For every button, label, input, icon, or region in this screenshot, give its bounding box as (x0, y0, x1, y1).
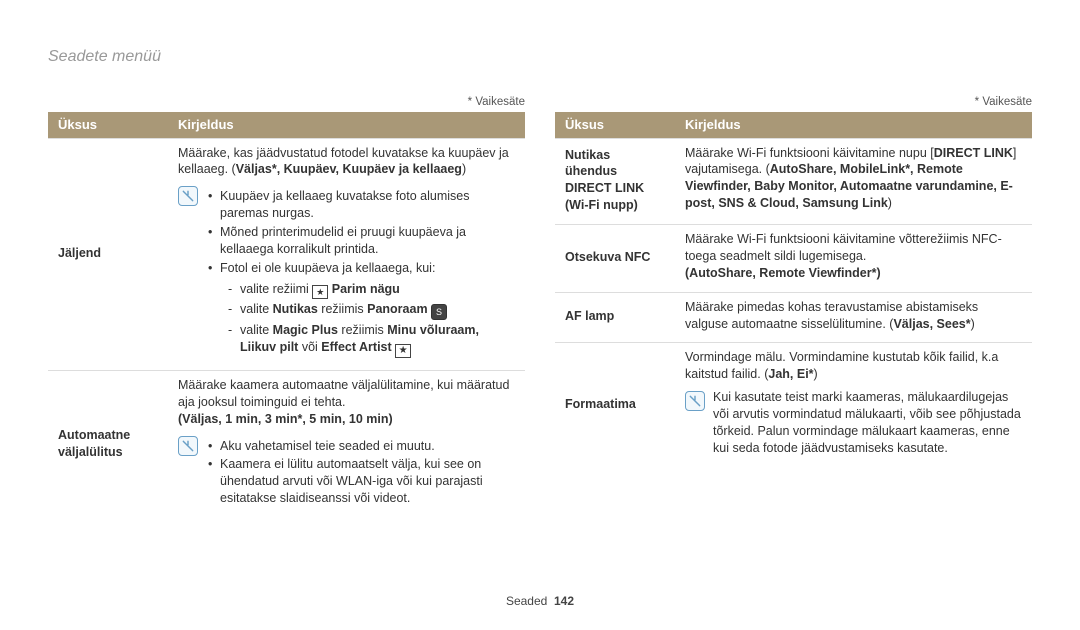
table-row: AF lamp Määrake pimedas kohas teravustam… (555, 292, 1032, 343)
table-row: Jäljend Määrake, kas jäädvustatud fotode… (48, 138, 525, 370)
row-label: AF lamp (555, 292, 675, 343)
col-header-desc: Kirjeldus (168, 112, 525, 138)
row-label: Jäljend (48, 138, 168, 370)
row-desc: Vormindage mälu. Vormindamine kustutab k… (675, 343, 1032, 467)
content-columns: * Vaikesäte Üksus Kirjeldus Jäljend Määr… (48, 96, 1032, 519)
row-label: Automaatne väljalülitus (48, 370, 168, 519)
col-header-item: Üksus (48, 112, 168, 138)
col-header-item: Üksus (555, 112, 675, 138)
effect-icon: ★ (395, 344, 411, 358)
row-desc: Määrake, kas jäädvustatud fotodel kuvata… (168, 138, 525, 370)
table-row: Formaatima Vormindage mälu. Vormindamine… (555, 343, 1032, 467)
row-desc: Määrake Wi-Fi funktsiooni käivitamine võ… (675, 225, 1032, 293)
table-row: Otsekuva NFC Määrake Wi-Fi funktsiooni k… (555, 225, 1032, 293)
info-icon (178, 186, 198, 206)
row-desc: Määrake Wi-Fi funktsiooni käivitamine nu… (675, 138, 1032, 225)
row-label: Otsekuva NFC (555, 225, 675, 293)
row-label: Formaatima (555, 343, 675, 467)
info-icon (178, 436, 198, 456)
table-row: Nutikas ühendus DIRECT LINK (Wi-Fi nupp)… (555, 138, 1032, 225)
smart-icon: S (431, 304, 447, 320)
row-desc: Määrake kaamera automaatne väljalülitami… (168, 370, 525, 519)
right-column: * Vaikesäte Üksus Kirjeldus Nutikas ühen… (555, 96, 1032, 519)
mode-icon: ★ (312, 285, 328, 299)
default-note-right: * Vaikesäte (555, 96, 1032, 108)
left-column: * Vaikesäte Üksus Kirjeldus Jäljend Määr… (48, 96, 525, 519)
row-desc: Määrake pimedas kohas teravustamise abis… (675, 292, 1032, 343)
default-note-left: * Vaikesäte (48, 96, 525, 108)
col-header-desc: Kirjeldus (675, 112, 1032, 138)
row-label: Nutikas ühendus DIRECT LINK (Wi-Fi nupp) (555, 138, 675, 225)
table-row: Automaatne väljalülitus Määrake kaamera … (48, 370, 525, 519)
page-footer: Seaded 142 (0, 594, 1080, 608)
right-table: Üksus Kirjeldus Nutikas ühendus DIRECT L… (555, 112, 1032, 467)
info-icon (685, 391, 705, 411)
page-title: Seadete menüü (48, 48, 1032, 66)
left-table: Üksus Kirjeldus Jäljend Määrake, kas jää… (48, 112, 525, 519)
